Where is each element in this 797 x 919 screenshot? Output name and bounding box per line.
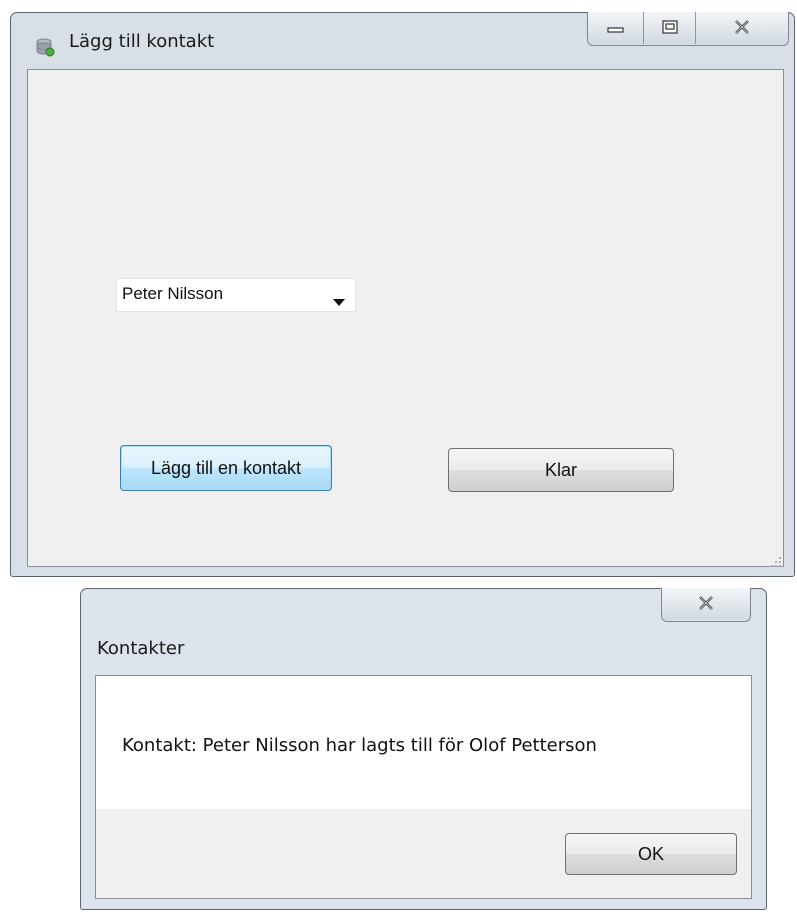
main-window-titlebar[interactable]: Lägg till kontakt — [11, 12, 794, 68]
resize-grip-icon[interactable] — [770, 553, 782, 567]
contact-select[interactable]: Peter Nilsson — [116, 278, 356, 312]
message-dialog: Kontakter Kontakt: Peter Nilsson har lag… — [80, 588, 767, 910]
database-icon — [35, 37, 55, 57]
dialog-window-controls — [661, 588, 751, 622]
maximize-icon — [661, 19, 678, 38]
dialog-content: Kontakt: Peter Nilsson har lagts till fö… — [95, 675, 752, 899]
dialog-close-button[interactable] — [662, 588, 750, 620]
contact-select-value: Peter Nilsson — [122, 284, 224, 303]
window-controls — [587, 12, 789, 46]
close-icon — [697, 595, 715, 614]
main-window: Lägg till kontakt Peter Nilsson Lägg til… — [10, 12, 795, 577]
close-button[interactable] — [695, 12, 788, 44]
main-window-client: Peter Nilsson Lägg till en kontakt Klar — [27, 69, 784, 567]
done-button[interactable]: Klar — [448, 448, 674, 492]
add-contact-button-label: Lägg till en kontakt — [150, 457, 302, 478]
dialog-message: Kontakt: Peter Nilsson har lagts till fö… — [122, 735, 597, 756]
dialog-footer: OK — [96, 809, 751, 898]
dialog-message-area: Kontakt: Peter Nilsson har lagts till fö… — [96, 676, 751, 809]
ok-button[interactable]: OK — [565, 833, 737, 875]
add-contact-button[interactable]: Lägg till en kontakt — [120, 445, 332, 491]
done-button-label: Klar — [544, 459, 577, 480]
dialog-title: Kontakter — [97, 638, 185, 659]
minimize-button[interactable] — [588, 12, 643, 44]
main-window-title: Lägg till kontakt — [69, 31, 215, 52]
minimize-icon — [606, 19, 625, 38]
chevron-down-icon[interactable] — [333, 292, 345, 306]
maximize-button[interactable] — [643, 12, 695, 44]
ok-button-label: OK — [637, 843, 664, 864]
close-icon — [733, 19, 751, 38]
